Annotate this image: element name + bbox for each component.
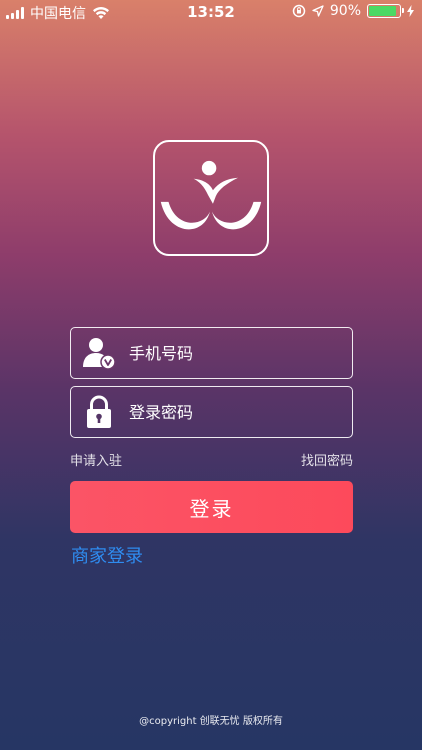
status-right: 90%: [292, 3, 414, 19]
link-row: 申请入驻 找回密码: [70, 450, 353, 469]
forgot-password-link[interactable]: 找回密码: [301, 450, 353, 469]
user-icon: [75, 329, 123, 377]
password-field[interactable]: [70, 386, 353, 438]
login-button[interactable]: 登录: [70, 481, 353, 533]
phone-input[interactable]: [129, 343, 329, 363]
logo-mark: [160, 160, 262, 230]
apply-link[interactable]: 申请入驻: [70, 450, 122, 469]
battery-percent: 90%: [329, 3, 361, 19]
battery-fill: [369, 6, 396, 16]
phone-field[interactable]: [70, 327, 353, 379]
lock-icon: [75, 388, 123, 436]
rotation-lock-icon: [292, 4, 306, 18]
location-arrow-icon: [312, 5, 324, 17]
password-input[interactable]: [129, 402, 329, 422]
merchant-login-link[interactable]: 商家登录: [71, 542, 143, 568]
status-bar: 中国电信 13:52 90%: [0, 0, 422, 24]
app-logo: [153, 140, 269, 256]
battery-icon: [367, 4, 404, 18]
copyright-footer: @copyright 创联无忧 版权所有: [139, 716, 283, 727]
charging-bolt-icon: [407, 5, 414, 17]
